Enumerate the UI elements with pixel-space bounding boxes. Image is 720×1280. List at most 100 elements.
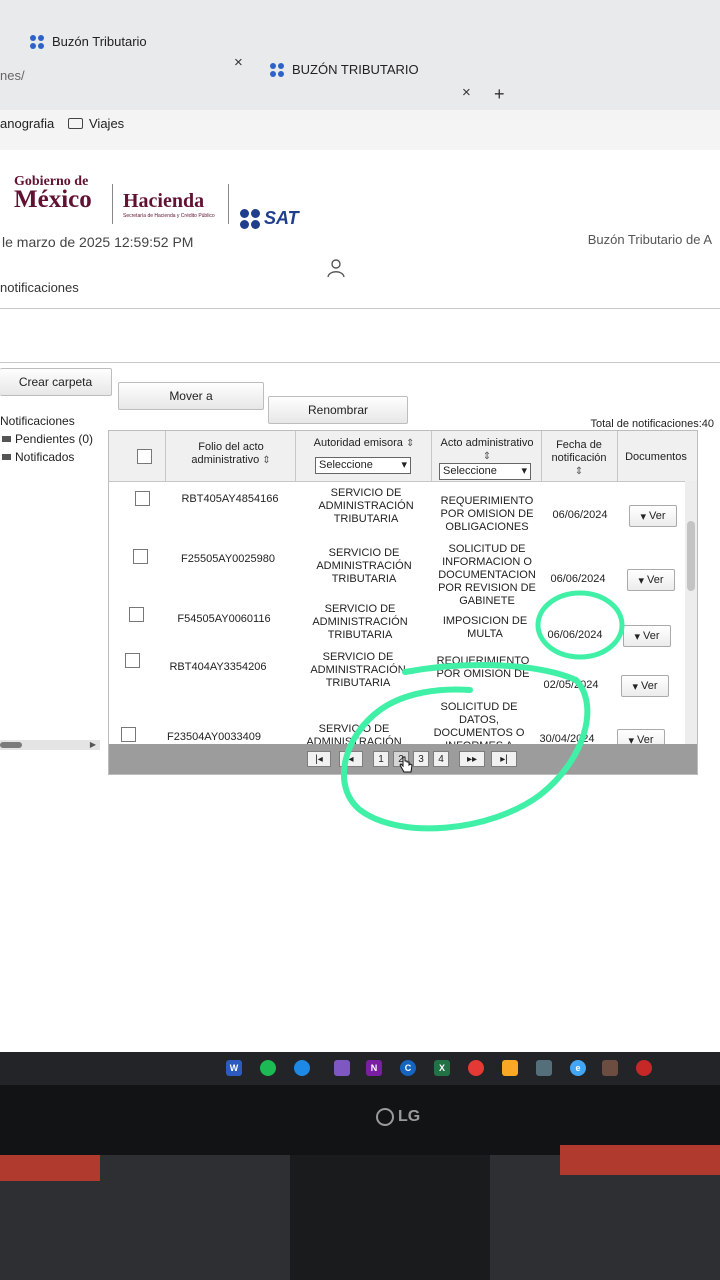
tab-label: Buzón Tributario xyxy=(52,34,147,49)
table-row[interactable]: F23504AY0033409 SERVICIO DE ADMINISTRACI… xyxy=(109,701,697,747)
internet-explorer-icon[interactable]: e xyxy=(570,1060,586,1076)
scroll-right-icon[interactable]: ▶ xyxy=(90,740,96,749)
column-divider xyxy=(617,431,618,481)
prev-page-button[interactable]: ◂ xyxy=(339,751,363,767)
app-icon[interactable] xyxy=(536,1060,552,1076)
bookmark-item[interactable]: anografia xyxy=(0,116,54,131)
tab-buzon-tributario[interactable]: Buzón Tributario xyxy=(30,34,147,49)
cell-acto: REQUERIMIENTO POR OMISION DE OBLIGACIONE… xyxy=(436,655,530,680)
word-icon[interactable]: W xyxy=(226,1060,242,1076)
column-header-folio[interactable]: Folio del acto administrativo ⇕ xyxy=(171,441,291,467)
page-button-1[interactable]: 1 xyxy=(373,751,389,767)
row-checkbox[interactable] xyxy=(129,607,144,622)
bookmark-label: anografia xyxy=(0,116,55,131)
row-checkbox[interactable] xyxy=(121,727,136,742)
sort-icon[interactable]: ⇕ xyxy=(406,438,414,449)
sort-icon[interactable]: ⇕ xyxy=(435,450,539,463)
column-header-documentos: Documentos xyxy=(625,451,687,463)
sort-icon[interactable]: ⇕ xyxy=(262,455,270,466)
tree-item-label: Pendientes (0) xyxy=(15,432,94,446)
hacienda-subtext: Secretaría de Hacienda y Crédito Público xyxy=(123,213,215,219)
logo-text-big: México xyxy=(14,186,92,213)
windows-taskbar: W N C X e xyxy=(0,1052,720,1085)
lg-circle-icon xyxy=(376,1108,394,1126)
cell-folio: F25505AY0025980 xyxy=(181,553,275,565)
first-page-button[interactable]: |◂ xyxy=(307,751,331,767)
spotify-icon[interactable] xyxy=(260,1060,276,1076)
cell-folio: F23504AY0033409 xyxy=(167,731,261,743)
scroll-thumb[interactable] xyxy=(0,742,22,748)
row-checkbox[interactable] xyxy=(135,491,150,506)
table-row[interactable]: RBT404AY3354206 SERVICIO DE ADMINISTRACI… xyxy=(109,649,697,699)
excel-icon[interactable]: X xyxy=(434,1060,450,1076)
acto-filter-select[interactable]: Seleccione xyxy=(439,463,531,480)
monitor-screen: Buzón Tributario × BUZÓN TRIBUTARIO × + … xyxy=(0,0,720,1085)
ver-button[interactable]: ▾ Ver xyxy=(623,625,671,647)
tree-item-pendientes[interactable]: Pendientes (0) xyxy=(0,430,93,448)
ver-button[interactable]: ▾ Ver xyxy=(629,505,677,527)
divider xyxy=(0,308,720,309)
buzon-title: Buzón Tributario de A xyxy=(587,232,712,247)
bookmark-folder-viajes[interactable]: Viajes xyxy=(68,116,124,131)
user-icon[interactable] xyxy=(326,258,346,278)
new-tab-icon[interactable]: + xyxy=(494,84,505,105)
tab-buzon-tributario-2[interactable]: BUZÓN TRIBUTARIO xyxy=(270,62,419,77)
column-header-autoridad[interactable]: Autoridad emisora ⇕ xyxy=(299,437,429,450)
tree-root[interactable]: Notificaciones xyxy=(0,412,93,430)
divider xyxy=(0,362,720,363)
sat-favicon-icon xyxy=(30,34,44,49)
cell-folio: F54505AY0060116 xyxy=(177,613,271,625)
close-tab-icon[interactable]: × xyxy=(462,84,471,101)
cell-autoridad: SERVICIO DE ADMINISTRACIÓN TRIBUTARIA xyxy=(318,487,414,525)
table-row[interactable]: F25505AY0025980 SERVICIO DE ADMINISTRACI… xyxy=(109,539,697,607)
column-header-acto[interactable]: Acto administrativo ⇕ xyxy=(435,437,539,463)
last-page-button[interactable]: ▸| xyxy=(491,751,517,767)
page-button-3[interactable]: 3 xyxy=(413,751,429,767)
edge-icon[interactable] xyxy=(294,1060,310,1076)
folder-tree: Notificaciones Pendientes (0) Notificado… xyxy=(0,412,93,466)
table-row[interactable]: F54505AY0060116 SERVICIO DE ADMINISTRACI… xyxy=(109,599,697,647)
folder-node-icon xyxy=(2,454,11,460)
chevron-down-icon: ▾ xyxy=(634,630,640,643)
ver-label: Ver xyxy=(643,630,660,642)
mover-a-button[interactable]: Mover a xyxy=(118,382,264,410)
row-checkbox[interactable] xyxy=(125,653,140,668)
close-tab-icon[interactable]: × xyxy=(234,54,243,71)
row-checkbox[interactable] xyxy=(133,549,148,564)
session-datetime: le marzo de 2025 12:59:52 PM xyxy=(2,234,194,250)
crear-carpeta-button[interactable]: Crear carpeta xyxy=(0,368,112,396)
grid-vertical-scrollbar[interactable] xyxy=(685,481,697,746)
folder-icon xyxy=(68,118,83,129)
renombrar-button[interactable]: Renombrar xyxy=(268,396,408,424)
ver-button[interactable]: ▾ Ver xyxy=(621,675,669,697)
scroll-thumb[interactable] xyxy=(687,521,695,591)
app-icon[interactable] xyxy=(636,1060,652,1076)
app-icon[interactable] xyxy=(334,1060,350,1076)
page-button-4[interactable]: 4 xyxy=(433,751,449,767)
sat-logo: SAT xyxy=(240,208,299,229)
app-icon[interactable] xyxy=(602,1060,618,1076)
folder-node-icon xyxy=(2,436,11,442)
autoridad-filter-select[interactable]: Seleccione xyxy=(315,457,411,474)
ver-button[interactable]: ▾ Ver xyxy=(627,569,675,591)
cell-autoridad: SERVICIO DE ADMINISTRACIÓN TRIBUTARIA xyxy=(316,547,412,585)
sort-icon[interactable]: ⇕ xyxy=(543,465,615,478)
column-header-fecha[interactable]: Fecha de notificación ⇕ xyxy=(543,439,615,478)
cell-fecha: 06/06/2024 xyxy=(550,573,606,585)
chrome-icon[interactable] xyxy=(468,1060,484,1076)
cell-autoridad: SERVICIO DE ADMINISTRACIÓN TRIBUTARIA xyxy=(312,603,408,641)
tree-item-notificados[interactable]: Notificados xyxy=(0,448,93,466)
next-page-button[interactable]: ▸▸ xyxy=(459,751,485,767)
table-row[interactable]: RBT405AY4854166 SERVICIO DE ADMINISTRACI… xyxy=(109,483,697,537)
select-all-checkbox[interactable] xyxy=(137,449,152,464)
tree-horizontal-scrollbar[interactable]: ▶ xyxy=(0,740,100,750)
logo-divider xyxy=(228,184,229,224)
red-object xyxy=(0,1155,100,1181)
tree-item-label: Notificados xyxy=(15,450,75,464)
browser-icon[interactable]: C xyxy=(400,1060,416,1076)
onenote-icon[interactable]: N xyxy=(366,1060,382,1076)
address-bar[interactable]: nes/ xyxy=(0,68,25,83)
sat-page: Gobierno de México Hacienda Secretaría d… xyxy=(0,150,720,1055)
file-explorer-icon[interactable] xyxy=(502,1060,518,1076)
red-object xyxy=(560,1145,720,1175)
